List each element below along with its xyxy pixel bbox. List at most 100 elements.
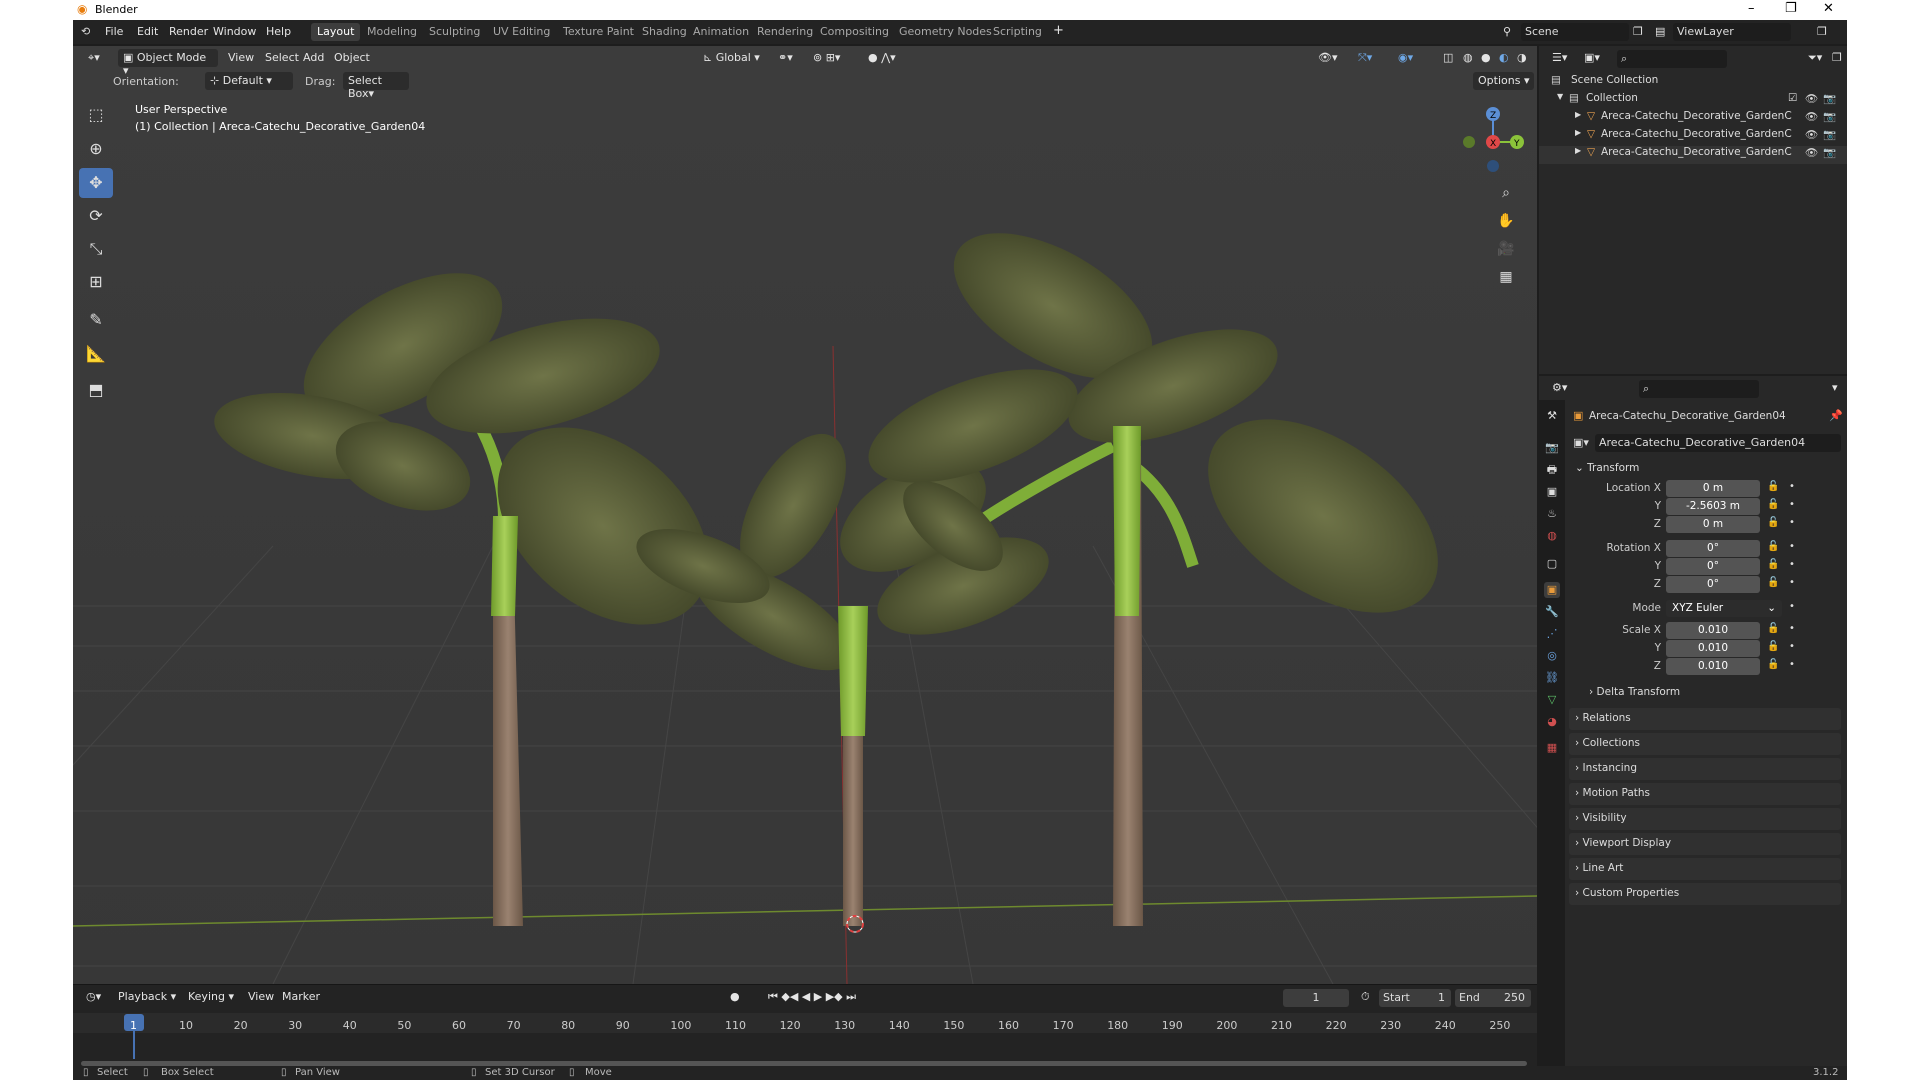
location-x-field[interactable]: 0 m [1666,480,1760,497]
options-button[interactable]: Options ▾ [1473,72,1535,90]
collection-row[interactable]: ▼ ▤ Collection ☑ 👁 📷 [1539,92,1847,110]
lock-icon[interactable]: 🔓 [1767,499,1779,510]
outliner-search-input[interactable]: ⌕ [1617,50,1727,68]
view-layer-selector[interactable]: ViewLayer [1673,23,1791,41]
lock-icon[interactable]: 🔓 [1767,577,1779,588]
outliner-object-row[interactable]: ▶ ▽ Areca-Catechu_Decorative_GardenC 👁 📷 [1539,128,1847,146]
rendered-shading-icon[interactable]: ◑ [1512,49,1532,67]
start-frame-field[interactable]: Start 1 [1379,989,1451,1007]
tab-rendering[interactable]: Rendering [751,23,819,41]
collection-tab-icon[interactable]: ▢ [1544,556,1560,572]
drag-selector[interactable]: Select Box▾ [343,72,409,100]
outliner-object-row[interactable]: ▶ ▽ Areca-Catechu_Decorative_GardenC 👁 📷 [1539,146,1847,164]
tab-sculpting[interactable]: Sculpting [423,23,486,41]
rotation-mode-select[interactable]: XYZ Euler ⌄ [1666,600,1782,617]
new-collection-icon[interactable]: ❐ [1827,49,1847,67]
timeline-view-menu[interactable]: View [243,988,279,1006]
line-art-panel[interactable]: › Line Art [1569,858,1841,880]
gizmo-toggle-icon[interactable]: ⤧▾ [1353,49,1377,67]
keyframe-dot-icon[interactable]: • [1789,623,1795,634]
palm-tree-center[interactable] [627,417,1061,926]
scene-selector[interactable]: Scene [1521,23,1629,41]
lock-icon[interactable]: 🔓 [1767,623,1779,634]
pivot-point-icon[interactable]: ⚭▾ [773,49,798,67]
eye-icon[interactable]: 👁 [1805,146,1818,159]
record-icon[interactable]: ● [725,988,745,1006]
viewport-display-panel[interactable]: › Viewport Display [1569,833,1841,855]
scale-y-field[interactable]: 0.010 [1666,640,1760,657]
eye-icon[interactable]: 👁 [1805,128,1818,141]
transform-panel-header[interactable]: ⌄ Transform [1569,458,1841,480]
material-shading-icon[interactable]: ◐ [1494,49,1514,67]
transform-tool-icon[interactable]: ⊞ [79,267,113,297]
output-tab-icon[interactable]: 🖶 [1544,462,1560,478]
display-mode-icon[interactable]: ▣▾ [1579,49,1605,67]
visibility-icon[interactable]: 👁▾ [1313,49,1343,67]
menu-file[interactable]: File [105,25,123,38]
constraints-tab-icon[interactable]: ⛓ [1544,670,1560,686]
mode-selector[interactable]: ▣ Object Mode ▾ [118,49,218,77]
add-cube-tool-icon[interactable]: ⬒ [79,375,113,405]
instancing-panel[interactable]: › Instancing [1569,758,1841,780]
outliner[interactable]: ☰▾ ▣▾ ⌕ ⏷▾ ❐ ▤ Scene Collection ▼ ▤ Collect… [1539,46,1847,374]
lock-icon[interactable]: 🔓 [1767,541,1779,552]
keyframe-dot-icon[interactable]: • [1789,559,1795,570]
location-y-field[interactable]: -2.5603 m [1666,498,1760,515]
stopwatch-icon[interactable]: ⏱ [1356,988,1375,1006]
exclude-checkbox-icon[interactable]: ☑ [1788,92,1797,104]
rotate-tool-icon[interactable]: ⟳ [79,201,113,231]
render-camera-icon[interactable]: 📷 [1823,110,1836,123]
cursor-tool-icon[interactable]: ⊕ [79,134,113,164]
navigation-gizmo[interactable]: Z Y X [1453,102,1533,182]
tab-animation[interactable]: Animation [687,23,755,41]
minimize-icon[interactable]: – [1748,1,1755,16]
playback-menu[interactable]: Playback ▾ [113,988,181,1006]
snap-icon[interactable]: ⊚ ⊞▾ [808,49,845,67]
scale-x-field[interactable]: 0.010 [1666,622,1760,639]
timeline-editor-type-icon[interactable]: ◷▾ [81,988,106,1006]
add-workspace-icon[interactable]: + [1053,23,1064,38]
current-frame-field[interactable]: 1 [1283,989,1349,1007]
scale-tool-icon[interactable]: ⤡ [79,234,113,264]
visibility-panel[interactable]: › Visibility [1569,808,1841,830]
blender-menu-icon[interactable]: ⟲ [81,25,90,38]
move-tool-icon[interactable]: ✥ [79,168,113,198]
xray-icon[interactable]: ◫ [1438,49,1458,67]
properties-editor[interactable]: ⚙▾ ⌕ ▾ ⚒ 📷 🖶 ▣ ♨ ◍ ▢ ▣ 🔧 ⋰ ◎ ⛓ ▽ ◕ ▦ ▣ A… [1539,376,1847,1066]
object-name-field[interactable]: Areca-Catechu_Decorative_Garden04 [1595,434,1841,452]
end-frame-field[interactable]: End 250 [1455,989,1531,1007]
data-tab-icon[interactable]: ▽ [1544,692,1560,708]
rotation-x-field[interactable]: 0° [1666,540,1760,557]
location-z-field[interactable]: 0 m [1666,516,1760,533]
keyframe-dot-icon[interactable]: • [1789,517,1795,528]
rotation-y-field[interactable]: 0° [1666,558,1760,575]
lock-icon[interactable]: 🔓 [1767,517,1779,528]
camera-icon[interactable]: 🎥 [1493,236,1519,262]
proportional-edit-icon[interactable]: ● ⋀▾ [863,49,901,67]
keyframe-dot-icon[interactable]: • [1789,481,1795,492]
keyframe-dot-icon[interactable]: • [1789,659,1795,670]
solid-shading-icon[interactable]: ● [1476,49,1496,67]
physics-tab-icon[interactable]: ◎ [1544,648,1560,664]
annotate-tool-icon[interactable]: ✎ [79,305,113,335]
keying-menu[interactable]: Keying ▾ [183,988,239,1006]
menu-edit[interactable]: Edit [137,25,158,38]
properties-editor-type-icon[interactable]: ⚙▾ [1547,379,1572,397]
properties-search-input[interactable]: ⌕ [1639,380,1759,398]
expand-arrow-icon[interactable]: ▶ [1575,110,1581,119]
particles-tab-icon[interactable]: ⋰ [1544,626,1560,642]
rotation-z-field[interactable]: 0° [1666,576,1760,593]
render-camera-icon[interactable]: 📷 [1823,146,1836,159]
scene-tab-icon[interactable]: ♨ [1544,506,1560,522]
outliner-editor-type-icon[interactable]: ☰▾ [1547,49,1572,67]
lock-icon[interactable]: 🔓 [1767,481,1779,492]
transform-orientation[interactable]: ⊾ Global ▾ [698,49,765,67]
playback-controls[interactable]: ⏮ ◆◀ ◀ ▶ ▶◆ ⏭ [763,988,861,1006]
custom-properties-panel[interactable]: › Custom Properties [1569,883,1841,905]
render-camera-icon[interactable]: 📷 [1823,92,1836,105]
properties-options-icon[interactable]: ▾ [1827,379,1843,397]
3d-viewport[interactable]: ⌖▾ ▣ Object Mode ▾ View Select Add Objec… [73,46,1537,984]
tab-layout[interactable]: Layout [311,23,361,41]
menu-window[interactable]: Window [213,25,256,38]
tool-tab-icon[interactable]: ⚒ [1544,408,1560,424]
